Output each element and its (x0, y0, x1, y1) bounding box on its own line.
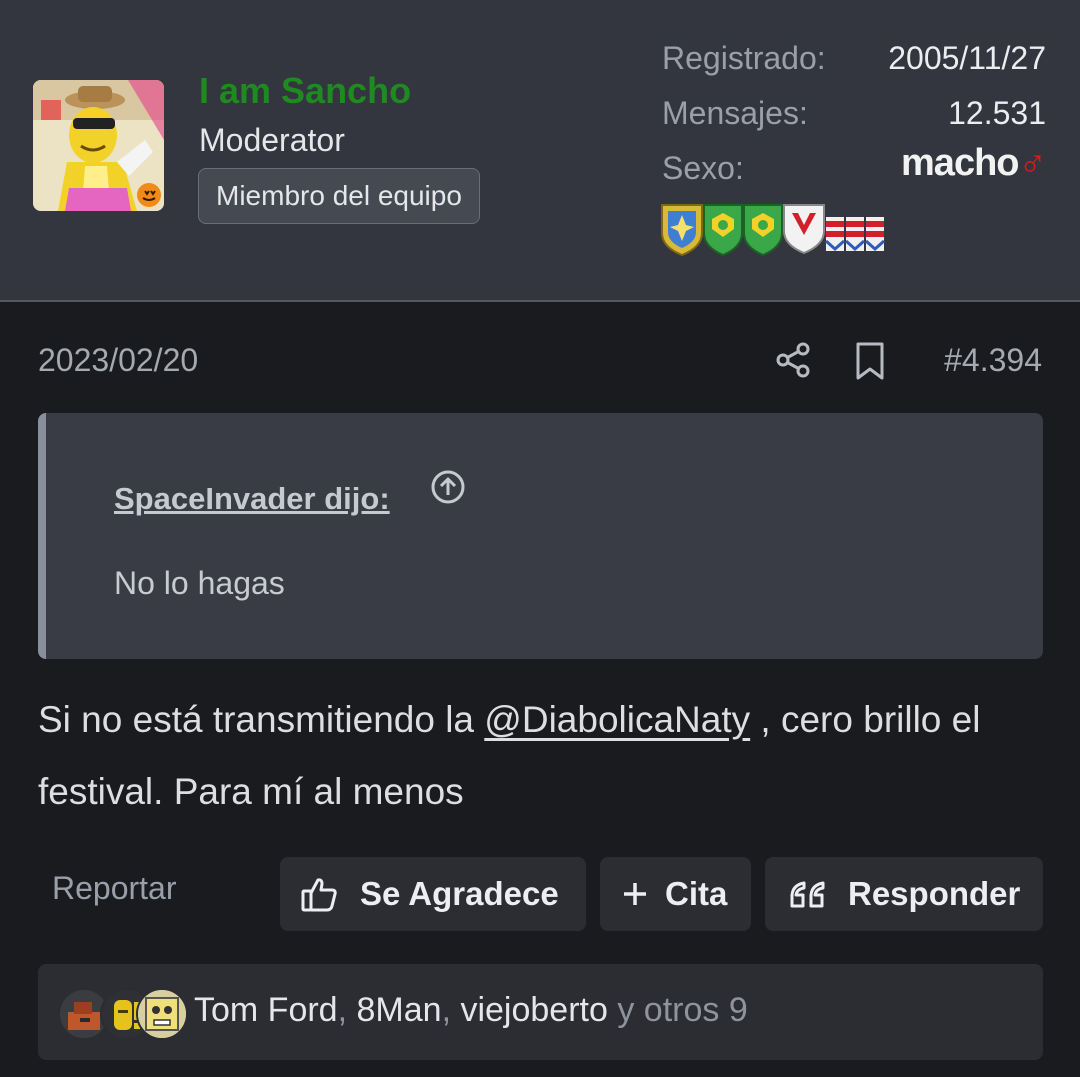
plus-icon (624, 883, 646, 905)
registered-label: Registrado: (662, 40, 826, 76)
registered-value: 2005/11/27 (888, 40, 1046, 76)
user-info-header: I am Sancho Moderator Miembro del equipo… (0, 0, 1080, 302)
share-icon[interactable] (774, 341, 812, 379)
trophy-badges[interactable] (660, 203, 890, 257)
stat-gender: Sexo: macho♂ (662, 142, 1047, 203)
arrow-up-circle-icon[interactable] (430, 469, 466, 505)
gender-label: Sexo: (662, 150, 744, 186)
thumbs-up-icon (301, 878, 337, 912)
username[interactable]: I am Sancho (199, 70, 411, 112)
quote-author-link[interactable]: SpaceInvader dijo: (114, 481, 390, 517)
green-shield-icon (703, 204, 743, 257)
post-date[interactable]: 2023/02/20 (38, 342, 198, 379)
stat-messages: Mensajes: 12.531 (662, 93, 1046, 148)
stat-registered: Registrado: 2005/11/27 (662, 38, 1046, 93)
reactor-link[interactable]: 8Man (357, 991, 442, 1029)
report-link[interactable]: Reportar (52, 870, 177, 907)
blue-shield-icon (661, 204, 703, 257)
thanks-button-label: Se Agradece (360, 875, 559, 912)
reaction-users-list: Tom Ford, 8Man, viejoberto y otros 9 (194, 991, 748, 1030)
messages-value[interactable]: 12.531 (948, 93, 1046, 133)
mars-symbol-icon: ♂ (1018, 142, 1047, 184)
thanks-button[interactable]: Se Agradece (280, 857, 586, 931)
quote-button[interactable]: Cita (600, 857, 751, 931)
user-mention-link[interactable]: @DiabolicaNaty (484, 699, 750, 740)
quote-block: SpaceInvader dijo: No lo hagas (38, 413, 1043, 659)
reactor-link[interactable]: viejoberto (460, 991, 607, 1029)
reactor-avatar[interactable] (136, 988, 188, 1040)
rank-stripes-icon (825, 217, 885, 252)
reply-button-label: Responder (848, 875, 1021, 912)
reactor-separator: , (441, 991, 461, 1029)
post-body-text: Si no está transmitiendo la (38, 699, 485, 740)
green-shield-icon (743, 204, 783, 257)
user-avatar[interactable] (33, 80, 164, 211)
post-number-link[interactable]: #4.394 (944, 342, 1042, 379)
user-title: Moderator (199, 122, 345, 158)
team-member-badge: Miembro del equipo (198, 168, 480, 224)
reactor-separator: , (337, 991, 357, 1029)
post-body: Si no está transmitiendo la @DiabolicaNa… (38, 684, 1048, 828)
reply-button[interactable]: Responder (765, 857, 1043, 931)
bookmark-icon[interactable] (852, 341, 888, 381)
user-stats: Registrado: 2005/11/27 Mensajes: 12.531 … (662, 38, 1047, 203)
reactors-more-link[interactable]: y otros 9 (608, 991, 747, 1029)
red-shield-icon (783, 204, 825, 255)
gender-text: macho (901, 142, 1019, 184)
reactor-link[interactable]: Tom Ford (194, 991, 338, 1029)
reactions-bar[interactable]: Tom Ford, 8Man, viejoberto y otros 9 (38, 964, 1043, 1060)
quote-button-label: Cita (665, 875, 728, 912)
messages-label: Mensajes: (662, 95, 808, 131)
quote-text: No lo hagas (114, 565, 285, 601)
quote-marks-icon (790, 881, 825, 908)
gender-value: macho♂ (901, 142, 1047, 185)
